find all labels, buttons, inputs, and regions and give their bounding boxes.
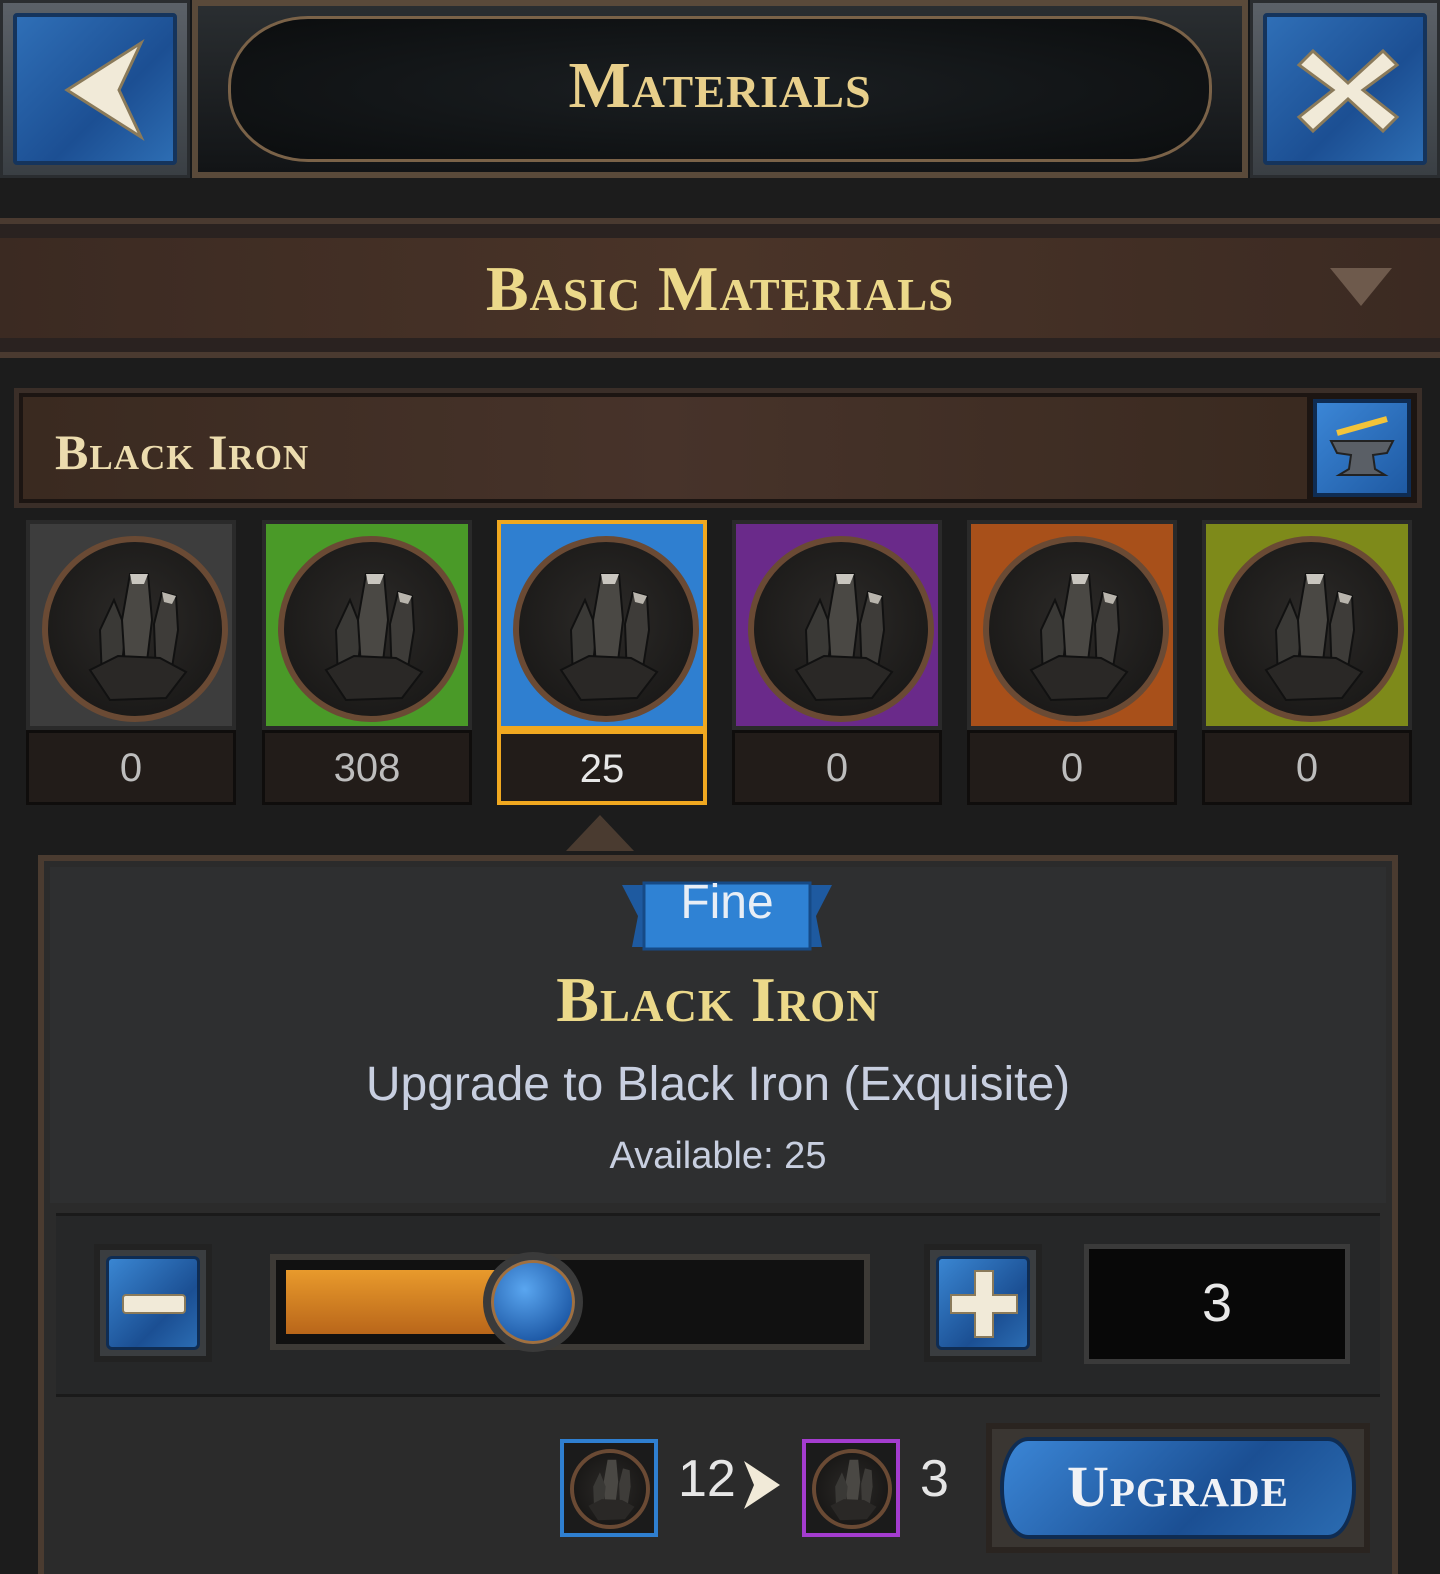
tier-tile[interactable]: 0	[26, 520, 236, 805]
tier-tile[interactable]: 308	[262, 520, 472, 805]
section-dropdown[interactable]: Basic Materials	[0, 218, 1440, 358]
anvil-icon	[1329, 416, 1395, 476]
title-frame: Materials	[192, 0, 1248, 178]
cost-to-icon	[802, 1439, 900, 1537]
tier-count: 0	[967, 730, 1177, 805]
black-iron-icon	[278, 536, 464, 722]
tier-frame	[1202, 520, 1412, 730]
increase-button[interactable]	[924, 1244, 1042, 1362]
black-iron-icon	[570, 1449, 650, 1529]
black-iron-icon	[42, 536, 228, 722]
tier-count: 25	[497, 730, 707, 805]
material-bar: Black Iron	[14, 388, 1422, 508]
back-arrow-icon	[64, 38, 145, 142]
back-button[interactable]	[0, 0, 190, 178]
grade-label: Fine	[680, 876, 774, 929]
close-icon	[1296, 48, 1400, 134]
tier-tile[interactable]: 0	[732, 520, 942, 805]
upgrade-button[interactable]: Upgrade	[986, 1423, 1370, 1553]
tier-count: 0	[26, 730, 236, 805]
tier-frame	[26, 520, 236, 730]
close-button[interactable]	[1250, 0, 1440, 178]
tier-tile[interactable]: 0	[967, 520, 1177, 805]
section-title: Basic Materials	[485, 253, 955, 324]
black-iron-icon	[513, 536, 699, 722]
black-iron-icon	[1218, 536, 1404, 722]
tier-tile[interactable]: 0	[1202, 520, 1412, 805]
forge-button[interactable]	[1313, 399, 1411, 497]
quantity-row: 3	[56, 1213, 1380, 1397]
arrow-right-icon	[744, 1461, 780, 1509]
cost-from-icon	[560, 1439, 658, 1537]
detail-panel: Fine Black Iron Upgrade to Black Iron (E…	[38, 855, 1398, 1574]
black-iron-icon	[983, 536, 1169, 722]
tier-frame	[732, 520, 942, 730]
cost-row: 12 3 Upgrade	[50, 1401, 1386, 1574]
quantity-slider[interactable]	[270, 1252, 870, 1352]
quantity-field[interactable]: 3	[1084, 1244, 1350, 1364]
cost-to-amount: 3	[920, 1450, 949, 1508]
minus-icon	[122, 1294, 186, 1314]
top-bar: Materials	[0, 0, 1440, 178]
tier-frame	[497, 520, 707, 730]
item-title: Black Iron	[556, 964, 880, 1035]
cost-from-amount: 12	[678, 1450, 736, 1508]
tier-count: 0	[732, 730, 942, 805]
upgrade-label: Upgrade	[1067, 1454, 1289, 1519]
slider-fill	[286, 1270, 514, 1334]
decrease-button[interactable]	[94, 1244, 212, 1362]
detail-info: Fine Black Iron Upgrade to Black Iron (E…	[50, 867, 1386, 1203]
tier-frame	[967, 520, 1177, 730]
black-iron-icon	[812, 1449, 892, 1529]
slider-knob[interactable]	[483, 1252, 584, 1352]
tier-count: 0	[1202, 730, 1412, 805]
tier-tile[interactable]: 25	[497, 520, 707, 805]
tier-count: 308	[262, 730, 472, 805]
page-title: Materials	[568, 49, 872, 122]
chevron-down-icon	[1330, 268, 1392, 306]
plus-icon	[950, 1270, 1018, 1338]
black-iron-icon	[748, 536, 934, 722]
selection-pointer	[566, 815, 634, 851]
tier-frame	[262, 520, 472, 730]
available-count: Available: 25	[609, 1135, 827, 1177]
material-name: Black Iron	[55, 424, 310, 480]
item-description: Upgrade to Black Iron (Exquisite)	[365, 1058, 1071, 1111]
